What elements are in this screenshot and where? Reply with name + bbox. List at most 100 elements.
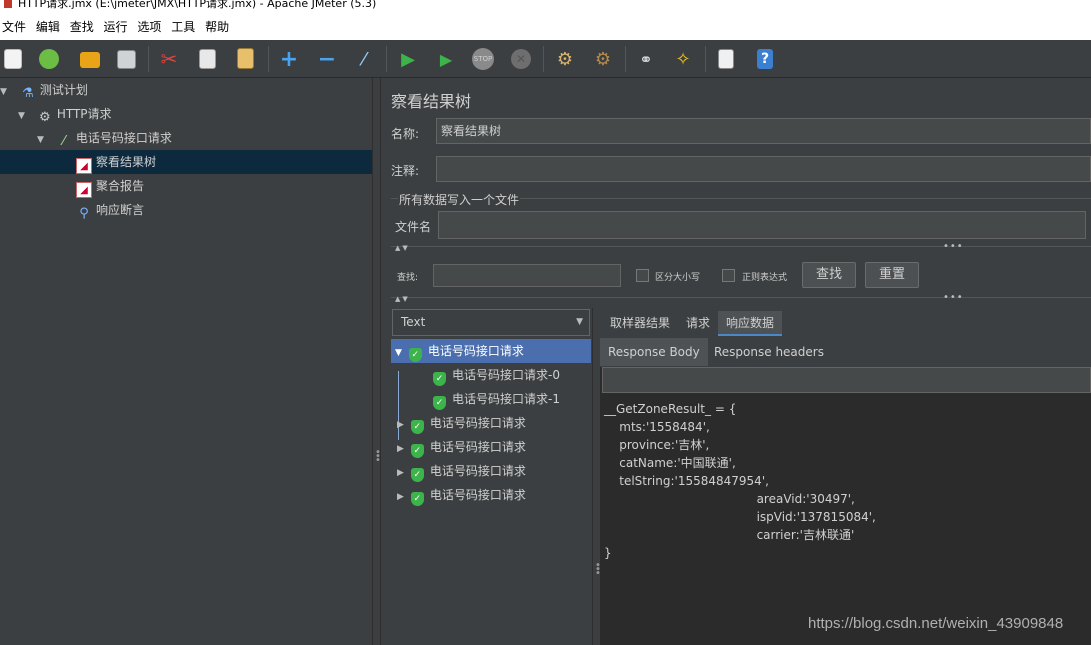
renderer-select-value: Text — [401, 315, 426, 329]
tree-item-view-results-tree[interactable]: ◢ 察看结果树 — [0, 150, 372, 174]
reset-search-icon[interactable]: ✧ — [671, 47, 695, 71]
success-shield-icon: ✓ — [410, 444, 424, 458]
tree-item-aggregate-report[interactable]: ◢ 聚合报告 — [0, 174, 372, 198]
copy-icon[interactable] — [199, 49, 216, 69]
stop-icon[interactable]: STOP — [472, 48, 494, 70]
chart-icon: ◢ — [76, 158, 92, 174]
window-title: HTTP请求.jmx (E:\jmeter\JMX\HTTP请求.jmx) - … — [18, 0, 377, 10]
result-row-label: 电话号码接口请求 — [427, 344, 524, 358]
tree-item-test-plan[interactable]: ▼ ⚗ 测试计划 — [0, 78, 372, 102]
result-row[interactable]: ▶ ✓ 电话号码接口请求 — [391, 483, 526, 507]
collapse-arrow-icon[interactable]: ▼ — [37, 128, 47, 152]
comment-label: 注释: — [391, 164, 420, 178]
new-icon[interactable] — [4, 49, 22, 69]
result-row-label: 电话号码接口请求-1 — [452, 392, 560, 406]
log-viewer-icon[interactable] — [718, 49, 734, 69]
file-group-title: 所有数据写入一个文件 — [398, 191, 521, 208]
main-splitter[interactable] — [372, 78, 381, 645]
splitter-grip-icon: ••• — [595, 560, 601, 579]
menu-bar: 文件 编辑 查找 运行 选项 工具 帮助 — [0, 14, 1091, 40]
start-icon[interactable]: ▶ — [396, 47, 420, 71]
tree-item-phone-request[interactable]: ▼ ⁄ 电话号码接口请求 — [0, 126, 372, 150]
success-shield-icon: ✓ — [410, 468, 424, 482]
splitter-bar[interactable]: ▲▼ ••• — [391, 241, 1091, 255]
response-search-input[interactable] — [602, 367, 1091, 393]
menu-help[interactable]: 帮助 — [203, 14, 231, 40]
find-button[interactable]: 查找 — [802, 262, 856, 288]
case-sensitive-checkbox[interactable] — [636, 269, 649, 282]
toolbar-separator — [148, 46, 149, 72]
result-row[interactable]: ✓ 电话号码接口请求-1 — [433, 387, 560, 411]
tab-sampler-result[interactable]: 取样器结果 — [602, 311, 678, 336]
menu-run[interactable]: 运行 — [102, 14, 130, 40]
collapse-icon[interactable]: − — [315, 47, 339, 72]
menu-file[interactable]: 文件 — [0, 14, 28, 40]
tab-request[interactable]: 请求 — [678, 311, 718, 336]
name-field[interactable]: 察看结果树 — [436, 118, 1091, 144]
regex-checkbox[interactable] — [722, 269, 735, 282]
clear-icon[interactable]: ⚙ — [553, 47, 577, 71]
comment-field[interactable] — [436, 156, 1091, 182]
search-icon[interactable]: ⚭ — [634, 47, 658, 71]
toggle-icon[interactable]: ⁄ — [352, 47, 376, 71]
success-shield-icon: ✓ — [410, 420, 424, 434]
result-row[interactable]: ✓ 电话号码接口请求-0 — [433, 363, 560, 387]
result-row[interactable]: ▶ ✓ 电话号码接口请求 — [391, 459, 526, 483]
menu-options[interactable]: 选项 — [135, 14, 163, 40]
splitter-bar[interactable]: ▲▼ ••• — [391, 292, 1091, 306]
toolbar: ✂ + − ⁄ ▶ ▶ STOP ✕ ⚙ ⚙ ⚭ ✧ ? — [0, 40, 1091, 78]
reset-button[interactable]: 重置 — [865, 262, 919, 288]
paste-icon[interactable] — [237, 48, 254, 69]
help-icon[interactable]: ? — [757, 49, 773, 69]
splitter-arrows-icon[interactable]: ▲▼ — [395, 295, 410, 303]
chevron-down-icon: ▼ — [576, 317, 583, 327]
search-label: 查找: — [397, 273, 419, 283]
menu-search[interactable]: 查找 — [68, 14, 96, 40]
response-body-text[interactable]: __GetZoneResult_ = { mts:'1558484', prov… — [600, 395, 1091, 645]
view-results-tree-panel: 察看结果树 名称: 察看结果树 注释: 所有数据写入一个文件 文件名 ▲▼ ••… — [381, 78, 1091, 645]
results-list: Text ▼ ▼ ✓ 电话号码接口请求 ✓ 电话号码接口请求-0 ✓ 电话号码接口请求… — [391, 308, 593, 645]
jmeter-app-icon — [4, 0, 12, 8]
success-shield-icon: ✓ — [408, 348, 422, 362]
clear-all-icon[interactable]: ⚙ — [591, 47, 615, 71]
tree-item-http-request[interactable]: ▼ ⚙ HTTP请求 — [0, 102, 372, 126]
shutdown-icon[interactable]: ✕ — [511, 49, 531, 69]
expand-arrow-icon[interactable]: ▶ — [397, 461, 407, 485]
menu-tools[interactable]: 工具 — [169, 14, 197, 40]
start-no-pause-icon[interactable]: ▶ — [434, 47, 458, 71]
file-name-field[interactable] — [438, 211, 1086, 239]
save-icon[interactable] — [117, 50, 136, 69]
expand-arrow-icon[interactable]: ▶ — [397, 437, 407, 461]
tab-response-data[interactable]: 响应数据 — [718, 311, 783, 336]
tree-item-response-assertion[interactable]: ⚲ 响应断言 — [0, 198, 372, 222]
tab-response-body[interactable]: Response Body — [600, 338, 708, 366]
splitter-arrows-icon[interactable]: ▲▼ — [395, 244, 410, 252]
cut-icon[interactable]: ✂ — [157, 47, 181, 71]
tab-response-headers[interactable]: Response headers — [706, 338, 832, 366]
results-splitter[interactable] — [593, 308, 600, 645]
regex-label: 正则表达式 — [742, 273, 788, 283]
expand-arrow-icon[interactable]: ▶ — [397, 413, 407, 437]
search-input[interactable] — [433, 264, 621, 287]
result-row[interactable]: ▶ ✓ 电话号码接口请求 — [391, 435, 526, 459]
expand-arrow-icon[interactable]: ▶ — [397, 485, 407, 509]
result-row[interactable]: ▼ ✓ 电话号码接口请求 — [391, 339, 591, 363]
collapse-arrow-icon[interactable]: ▼ — [18, 104, 28, 128]
open-icon[interactable] — [80, 52, 100, 68]
result-row-label: 电话号码接口请求 — [429, 488, 526, 502]
collapse-arrow-icon[interactable]: ▼ — [395, 341, 405, 365]
renderer-select[interactable]: Text ▼ — [392, 309, 590, 336]
collapse-arrow-icon[interactable]: ▼ — [0, 80, 10, 104]
menu-edit[interactable]: 编辑 — [34, 14, 62, 40]
splitter-grip-icon: ••• — [943, 241, 964, 252]
toolbar-separator — [268, 46, 269, 72]
result-row-label: 电话号码接口请求-0 — [452, 368, 560, 382]
success-shield-icon: ✓ — [433, 372, 446, 386]
result-detail-panel: 取样器结果 请求 响应数据 Response Body Response hea… — [600, 308, 1091, 645]
expand-icon[interactable]: + — [277, 47, 301, 72]
response-subtabs: Response Body Response headers — [600, 336, 1091, 367]
result-row[interactable]: ▶ ✓ 电话号码接口请求 — [391, 411, 526, 435]
toolbar-separator — [543, 46, 544, 72]
page-title: 察看结果树 — [391, 92, 472, 111]
templates-icon[interactable] — [39, 49, 59, 69]
